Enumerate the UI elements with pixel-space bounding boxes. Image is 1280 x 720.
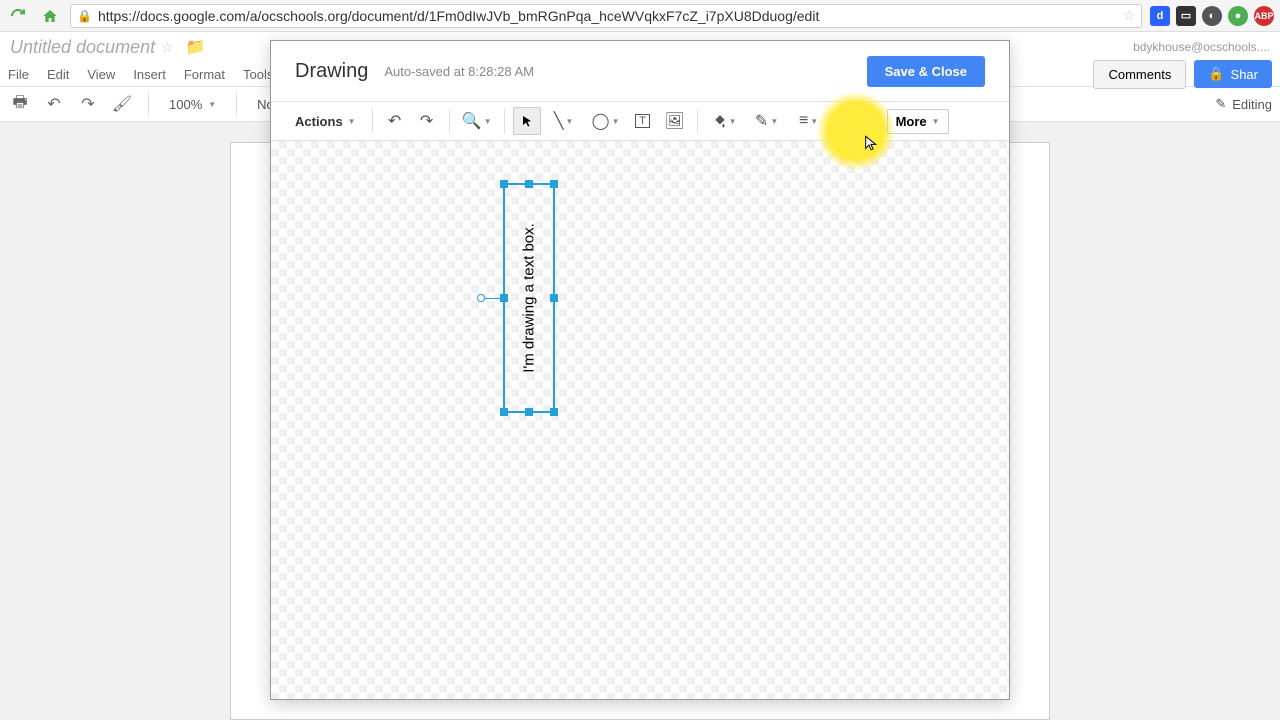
zoom-button[interactable]: 🔍▼ bbox=[458, 107, 496, 135]
ext-green-icon[interactable]: ● bbox=[1228, 6, 1248, 26]
actions-button[interactable]: Actions▼ bbox=[287, 110, 364, 133]
comments-button[interactable]: Comments bbox=[1093, 60, 1186, 89]
drawing-canvas[interactable]: I'm drawing a text box. bbox=[271, 141, 1009, 699]
drawing-title: Drawing bbox=[295, 60, 368, 83]
resize-handle-e[interactable] bbox=[550, 294, 558, 302]
menu-view[interactable]: View bbox=[87, 67, 115, 82]
lock-icon: 🔒 bbox=[77, 9, 92, 23]
user-email: bdykhouse@ocschools.... bbox=[1133, 40, 1270, 54]
pencil-icon: ✎ bbox=[1215, 96, 1226, 112]
menu-format[interactable]: Format bbox=[184, 67, 225, 82]
drawing-modal: Drawing Auto-saved at 8:28:28 AM Save & … bbox=[270, 40, 1010, 700]
text-box-content[interactable]: I'm drawing a text box. bbox=[521, 223, 538, 373]
star-doc-icon[interactable]: ☆ bbox=[161, 39, 174, 56]
fill-color-button[interactable]: ▼ bbox=[706, 107, 744, 135]
url-text: https://docs.google.com/a/ocschools.org/… bbox=[98, 8, 819, 24]
menu-tools[interactable]: Tools bbox=[243, 67, 273, 82]
ext-clock-icon[interactable]: ◐ bbox=[1202, 6, 1222, 26]
ext-screen-icon[interactable]: ▭ bbox=[1176, 6, 1196, 26]
line-color-button[interactable]: ✎▼ bbox=[748, 107, 786, 135]
more-button[interactable]: More▼ bbox=[887, 109, 949, 134]
editing-mode-button[interactable]: ✎ Editing bbox=[1215, 96, 1272, 112]
home-button[interactable] bbox=[38, 4, 62, 28]
menu-file[interactable]: File bbox=[8, 67, 29, 82]
menu-insert[interactable]: Insert bbox=[133, 67, 166, 82]
undo-icon[interactable]: ↶ bbox=[42, 92, 66, 116]
url-bar[interactable]: 🔒 https://docs.google.com/a/ocschools.or… bbox=[70, 4, 1142, 28]
resize-handle-nw[interactable] bbox=[500, 180, 508, 188]
text-box-shape[interactable]: I'm drawing a text box. bbox=[503, 183, 555, 413]
line-weight-button[interactable]: ≡▼ bbox=[790, 107, 828, 135]
resize-handle-s[interactable] bbox=[525, 408, 533, 416]
document-title[interactable]: Untitled document bbox=[10, 37, 155, 58]
resize-handle-n[interactable] bbox=[525, 180, 533, 188]
rotation-handle[interactable] bbox=[477, 294, 485, 302]
share-button[interactable]: 🔒 Shar bbox=[1194, 60, 1272, 88]
ext-abp-icon[interactable]: ABP bbox=[1254, 6, 1274, 26]
extension-icons: d ▭ ◐ ● ABP bbox=[1150, 6, 1274, 26]
folder-icon[interactable]: 📁 bbox=[186, 37, 206, 57]
undo-button[interactable]: ↶ bbox=[381, 107, 409, 135]
image-tool[interactable]: 🖼 bbox=[661, 107, 689, 135]
resize-handle-sw[interactable] bbox=[500, 408, 508, 416]
resize-handle-w[interactable] bbox=[500, 294, 508, 302]
resize-handle-ne[interactable] bbox=[550, 180, 558, 188]
redo-icon[interactable]: ↷ bbox=[76, 92, 100, 116]
autosave-status: Auto-saved at 8:28:28 AM bbox=[384, 64, 534, 79]
lock-icon: 🔒 bbox=[1208, 66, 1224, 82]
line-tool[interactable]: ╲▼ bbox=[545, 107, 583, 135]
redo-button[interactable]: ↷ bbox=[413, 107, 441, 135]
drawing-header: Drawing Auto-saved at 8:28:28 AM Save & … bbox=[271, 41, 1009, 101]
paint-format-icon[interactable]: 🖌 bbox=[110, 92, 134, 116]
save-close-button[interactable]: Save & Close bbox=[867, 56, 985, 87]
resize-handle-se[interactable] bbox=[550, 408, 558, 416]
line-dash-button[interactable]: ┅▼ bbox=[832, 107, 870, 135]
drawing-toolbar: Actions▼ ↶ ↷ 🔍▼ ╲▼ ◯▼ T 🖼 ▼ ✎▼ ≡▼ ┅▼ Mor… bbox=[271, 101, 1009, 141]
ext-diigo-icon[interactable]: d bbox=[1150, 6, 1170, 26]
textbox-tool[interactable]: T bbox=[629, 107, 657, 135]
reload-button[interactable] bbox=[6, 4, 30, 28]
browser-toolbar: 🔒 https://docs.google.com/a/ocschools.or… bbox=[0, 0, 1280, 32]
print-icon[interactable]: 🖶 bbox=[8, 92, 32, 116]
select-tool[interactable] bbox=[513, 107, 541, 135]
zoom-select[interactable]: 100%▼ bbox=[163, 97, 222, 112]
menu-edit[interactable]: Edit bbox=[47, 67, 69, 82]
shape-tool[interactable]: ◯▼ bbox=[587, 107, 625, 135]
star-icon[interactable]: ☆ bbox=[1122, 7, 1135, 24]
